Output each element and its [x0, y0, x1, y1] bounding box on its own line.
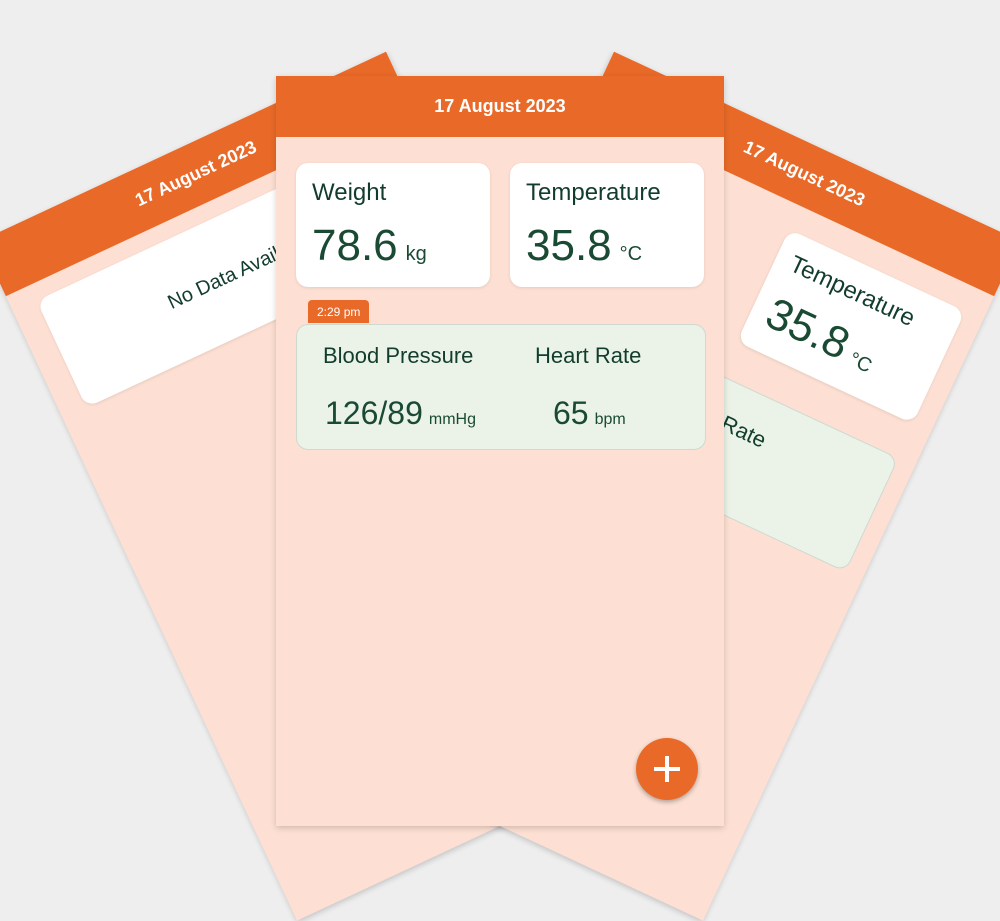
add-entry-button[interactable] — [636, 738, 698, 800]
heart-rate-value: 65 — [553, 395, 589, 431]
temperature-label: Temperature — [526, 179, 661, 206]
temperature-unit: °C — [619, 243, 643, 265]
center-date-label: 17 August 2023 — [434, 96, 566, 116]
left-date-label: 17 August 2023 — [131, 136, 260, 211]
center-date-header: 17 August 2023 — [276, 76, 724, 137]
right-date-label: 17 August 2023 — [740, 136, 869, 211]
right-heart-rate-label: Rate — [717, 410, 771, 453]
temperature-value: 35.8 — [526, 221, 612, 270]
vitals-entry-card[interactable]: Blood Pressure 126/89 mmHg Heart Rate 65 b… — [296, 324, 706, 450]
temperature-card[interactable]: Temperature 35.8 °C — [510, 163, 704, 287]
entry-time-badge: 2:29 pm — [308, 300, 370, 323]
blood-pressure-unit: mmHg — [428, 411, 476, 428]
blood-pressure-value: 126/89 — [325, 395, 423, 431]
weight-value: 78.6 — [312, 221, 398, 270]
heart-rate-label: Heart Rate — [535, 343, 642, 368]
weight-label: Weight — [312, 179, 387, 206]
weight-unit: kg — [405, 243, 427, 265]
blood-pressure-label: Blood Pressure — [323, 343, 474, 368]
weight-card[interactable]: Weight 78.6 kg — [296, 163, 490, 287]
heart-rate-unit: bpm — [594, 411, 626, 428]
right-temperature-unit: °C — [845, 348, 876, 378]
plus-icon — [654, 756, 680, 782]
center-day-screen[interactable]: 17 August 2023 Weight 78.6 kg Temperature… — [276, 76, 724, 826]
